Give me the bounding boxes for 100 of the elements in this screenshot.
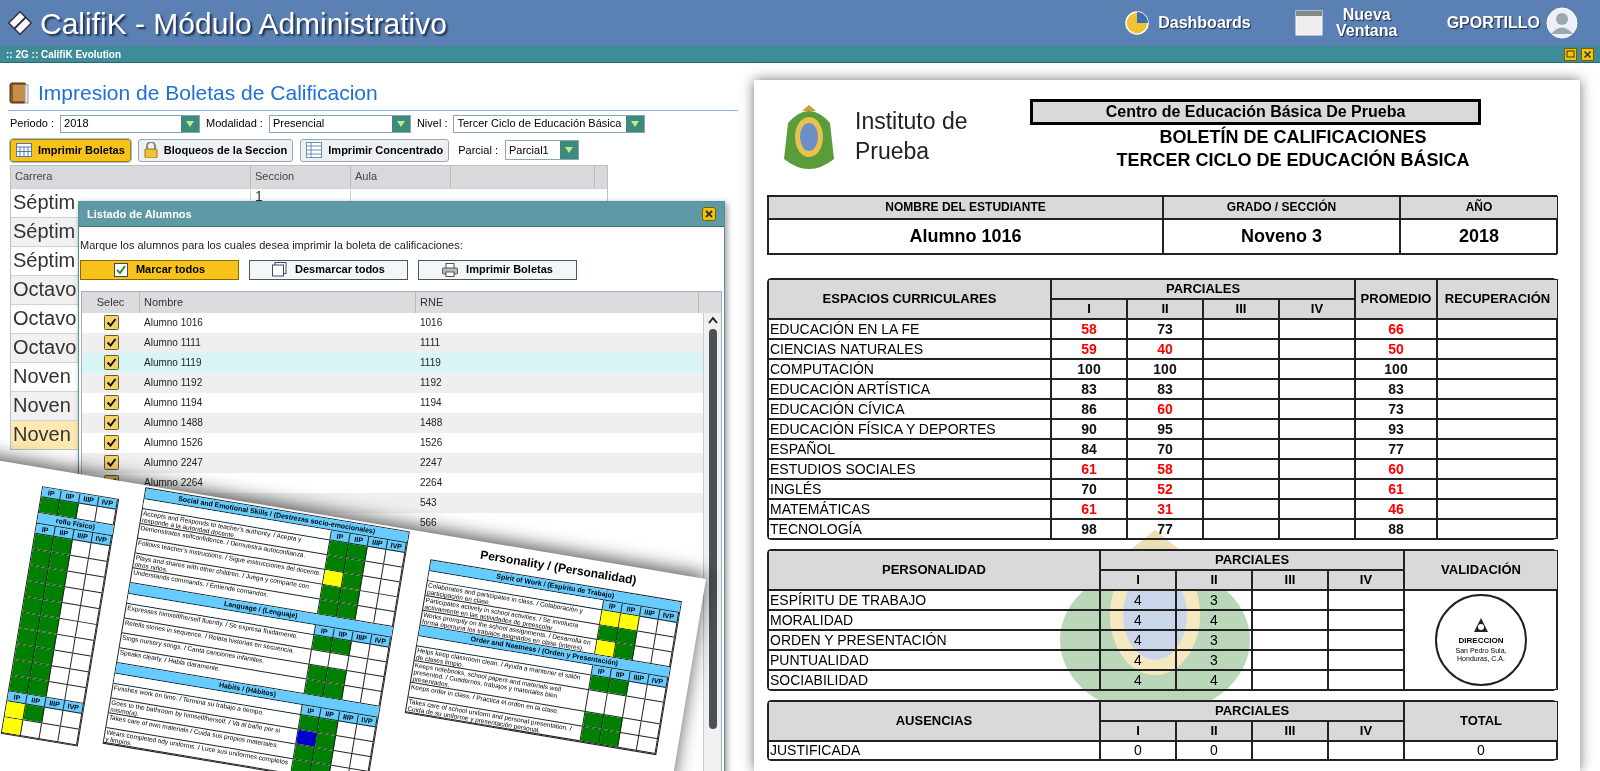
minimize-icon	[1564, 47, 1577, 61]
grade-value: 84	[1081, 441, 1097, 457]
list-row[interactable]: Alumno 1111 1111	[82, 332, 703, 353]
student-id: 566	[420, 517, 437, 528]
subject-name: EDUCACIÓN FÍSICA Y DEPORTES	[770, 421, 996, 437]
absence-type: JUSTIFICADA	[770, 742, 861, 758]
grade-value: 83	[1388, 381, 1404, 397]
grade-value: 4	[1134, 592, 1142, 608]
student-id: 2264	[420, 477, 443, 488]
list-row[interactable]: Alumno 1192 1192	[82, 372, 703, 393]
trait-name: ORDEN Y PRESENTACIÓN	[770, 632, 947, 648]
grade-value: 52	[1157, 481, 1173, 497]
grade-value: 40	[1157, 341, 1173, 357]
column-header: PARCIALES	[1100, 701, 1404, 721]
column-header[interactable]: RNE	[416, 291, 699, 313]
app-title: CalifiK - Módulo Administrativo	[40, 5, 447, 42]
checkbox[interactable]	[103, 315, 119, 330]
column-header[interactable]: Nombre	[140, 291, 416, 313]
list-row[interactable]: Alumno 1119 1119	[82, 352, 703, 373]
action-button[interactable]: Desmarcar todos	[249, 259, 408, 280]
dropdown[interactable]: Parcial1	[504, 140, 579, 160]
student-name: Alumno 1111	[144, 337, 201, 348]
grade-value: 58	[1081, 321, 1097, 337]
grade-value: 3	[1210, 632, 1218, 648]
nav-link[interactable]: Dashboards	[1124, 10, 1251, 36]
student-name: Alumno 1119	[144, 357, 202, 368]
grade-value: 83	[1081, 381, 1097, 397]
grade-value: 77	[1388, 441, 1404, 457]
student-id: 1488	[420, 417, 443, 428]
stamp-text: DIRECCION	[1458, 635, 1504, 647]
action-button[interactable]: Imprimir Boletas	[418, 259, 577, 280]
list-row[interactable]: Alumno 1488 1488	[82, 412, 703, 433]
school-name: Centro de Educación Básica De Prueba	[1030, 99, 1481, 125]
column-header: II	[1127, 299, 1203, 319]
subject-name: INGLÉS	[770, 481, 822, 497]
checkbox[interactable]	[103, 375, 119, 390]
grade-value: 4	[1134, 652, 1142, 668]
crest-icon	[1472, 617, 1490, 635]
checkbox[interactable]	[103, 335, 119, 350]
report-title: TERCER CICLO DE EDUCACIÓN BÁSICA	[1116, 149, 1470, 171]
grade-value: 70	[1157, 441, 1173, 457]
grade-value: 60	[1388, 461, 1404, 477]
dropdown[interactable]: 2018	[60, 114, 201, 133]
column-header: I	[1100, 721, 1176, 741]
column-header[interactable]: Carrera	[11, 165, 251, 188]
toolbar-button[interactable]: Imprimir Boletas	[10, 138, 131, 162]
empty-checkbox-icon	[272, 262, 288, 277]
list-row[interactable]: Alumno 2247 2247	[82, 452, 703, 473]
dropdown[interactable]: Tercer Ciclo de Educación Básica	[453, 114, 646, 133]
subject-name: COMPUTACIÓN	[770, 361, 874, 377]
grade-value: 4	[1134, 612, 1142, 628]
checkbox[interactable]	[103, 435, 119, 450]
column-header: ESPACIOS CURRICULARES	[768, 279, 1051, 319]
subject-name: MATEMÁTICAS	[770, 501, 871, 517]
grade-value: 4	[1134, 672, 1142, 688]
student-id: 2247	[420, 457, 443, 468]
column-header: NOMBRE DEL ESTUDIANTE	[768, 196, 1163, 219]
checkbox[interactable]	[103, 395, 119, 410]
student-name: Alumno 1526	[144, 437, 203, 448]
grade-value: 4	[1210, 672, 1218, 688]
grade-value: 59	[1081, 341, 1097, 357]
action-button[interactable]: Marcar todos	[80, 259, 239, 280]
checkbox[interactable]	[103, 455, 119, 470]
grade-value: 66	[1388, 321, 1404, 337]
column-header: I	[1100, 570, 1176, 590]
column-header: PERSONALIDAD	[768, 550, 1100, 590]
subject-name: EDUCACIÓN EN LA FE	[770, 321, 920, 337]
checkbox[interactable]	[103, 415, 119, 430]
student-id: 543	[420, 497, 437, 508]
column-header: TOTAL	[1404, 701, 1558, 741]
checkbox[interactable]	[103, 355, 119, 370]
user-avatar-icon	[1546, 7, 1578, 39]
toolbar-button[interactable]: Bloqueos de la Seccion	[137, 138, 294, 162]
grade-value: 77	[1157, 521, 1173, 537]
column-header[interactable]: Aula	[351, 165, 451, 188]
student-name: Alumno 1194	[144, 397, 203, 408]
student-info: Noveno 3	[1163, 219, 1400, 254]
student-name: Alumno 1016	[144, 317, 203, 328]
column-header: PROMEDIO	[1355, 279, 1437, 319]
grade-value: 95	[1157, 421, 1173, 437]
student-id: 1194	[420, 397, 442, 408]
column-header: II	[1176, 721, 1252, 741]
grade-value: 3	[1210, 652, 1218, 668]
column-header: PARCIALES	[1051, 279, 1355, 299]
close-icon	[1581, 47, 1594, 61]
institution-name: Instituto de Prueba	[855, 107, 969, 166]
grade-value: 100	[1384, 361, 1408, 377]
column-header[interactable]: Selec	[82, 291, 140, 313]
dropdown[interactable]: Presencial	[268, 114, 411, 133]
scrollbar[interactable]	[703, 312, 721, 771]
absence-count: 0	[1134, 742, 1142, 758]
trait-name: SOCIABILIDAD	[770, 672, 869, 688]
toolbar-button[interactable]: Imprimir Concentrado	[300, 138, 450, 162]
nav-link[interactable]: Nueva Ventana	[1294, 7, 1403, 39]
grade-value: 3	[1210, 592, 1218, 608]
field-label: Modalidad :	[206, 116, 263, 132]
student-info: Alumno 1016	[768, 219, 1163, 254]
column-header[interactable]: Seccion	[251, 165, 351, 188]
grade-value: 90	[1081, 421, 1097, 437]
student-id: 1016	[420, 317, 443, 328]
